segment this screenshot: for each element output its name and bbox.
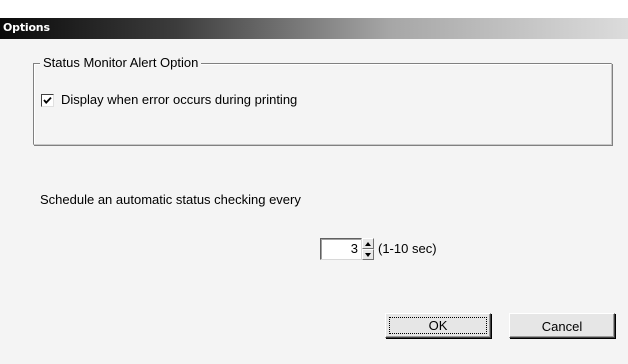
arrow-up-icon <box>365 241 371 246</box>
group-legend: Status Monitor Alert Option <box>40 55 202 71</box>
title-bar[interactable]: Options <box>0 18 628 39</box>
cancel-button[interactable]: Cancel <box>509 313 615 338</box>
display-error-checkbox[interactable] <box>41 93 54 107</box>
ok-button[interactable]: OK <box>385 313 491 338</box>
interval-input[interactable]: 3 <box>320 238 362 260</box>
schedule-label: Schedule an automatic status checking ev… <box>40 192 301 207</box>
ok-label: OK <box>428 318 448 333</box>
options-dialog: Options Status Monitor Alert Option Disp… <box>0 0 628 364</box>
spin-up-button[interactable] <box>362 238 374 249</box>
window-title: Options <box>3 21 50 34</box>
cancel-label: Cancel <box>541 319 583 334</box>
spin-buttons <box>362 238 374 260</box>
spin-down-button[interactable] <box>362 249 374 260</box>
checkmark-icon <box>43 96 52 104</box>
alert-option-group: Status Monitor Alert Option Display when… <box>33 55 612 145</box>
arrow-down-icon <box>365 252 371 257</box>
interval-spinner: 3 (1-10 sec) <box>320 238 437 260</box>
display-error-label[interactable]: Display when error occurs during printin… <box>61 92 297 108</box>
top-strip <box>0 0 628 18</box>
interval-range-label: (1-10 sec) <box>378 241 437 256</box>
error-display-option[interactable]: Display when error occurs during printin… <box>41 92 297 108</box>
